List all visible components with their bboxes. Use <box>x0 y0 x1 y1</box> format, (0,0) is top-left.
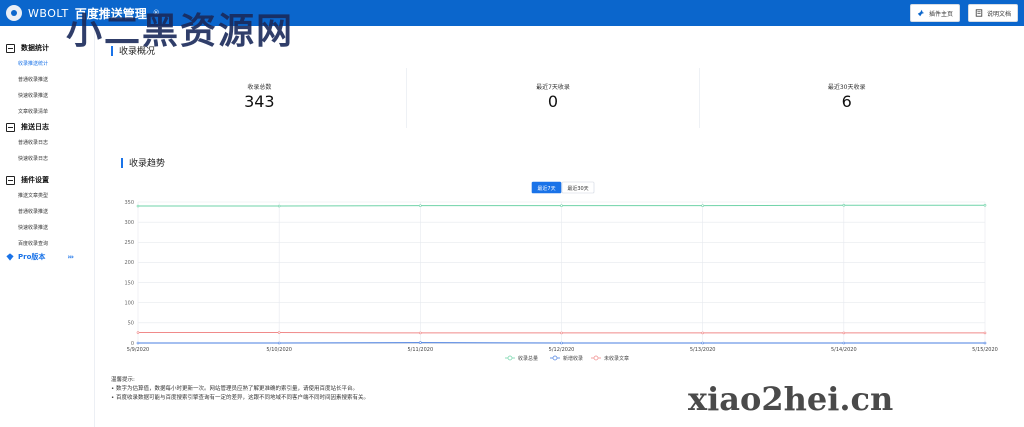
document-icon <box>975 9 983 17</box>
settings-icon <box>6 175 15 185</box>
main-content: 收录概况 收录总数 343 最近7天收录 0 最近30天收录 6 收录趋势 最近… <box>95 26 1024 427</box>
series-point <box>560 331 563 335</box>
series-point <box>842 203 846 207</box>
trend-chart: 最近7天 最近30天 0 50 100 150 200 250 300 350 5/9/2020 5/… <box>124 181 998 362</box>
series-point <box>419 331 422 335</box>
docs-label: 说明文档 <box>986 10 1011 18</box>
y-tick-label: 350 <box>124 200 134 206</box>
plugin-home-button[interactable]: 插件主页 <box>909 4 960 22</box>
sidebar: 数据统计 收录推送统计 普通收录推送 快速收录推送 文章收录清单 推送日志 普通… <box>0 26 95 427</box>
legend-label[interactable]: 新增收录 <box>563 355 583 362</box>
sidebar-item-normal-log[interactable]: 普通收录日志 <box>18 140 49 146</box>
tips-line: • 百度收录数据可能与百度搜索引擎查询有一定的差异，这跟不同地域不同客户端不同时… <box>111 395 369 401</box>
sidebar-item-normal-push[interactable]: 普通收录推送 <box>18 77 49 83</box>
tips: 温馨提示: • 数字为估算值，数据每小时更新一次。网站管理员应熟了解更准确的索引… <box>111 376 369 403</box>
series-point <box>419 341 422 344</box>
x-tick-label: 5/10/2020 <box>266 347 292 353</box>
legend-swatch-dot <box>552 355 558 361</box>
plugin-home-label: 插件主页 <box>928 10 953 18</box>
x-tick-label: 5/12/2020 <box>549 347 575 353</box>
y-tick-label: 50 <box>128 321 134 327</box>
y-tick-label: 200 <box>124 260 134 266</box>
sidebar-item-push-stats[interactable]: 收录推送统计 <box>18 61 49 67</box>
series-point <box>419 204 422 207</box>
sidebar-item-fast-log[interactable]: 快速收录日志 <box>18 156 49 162</box>
sidebar-item-fast-push-settings[interactable]: 快速收录推送 <box>18 225 49 231</box>
bird-icon <box>917 9 925 17</box>
y-tick-label: 0 <box>131 341 134 347</box>
pro-label: Pro版本 <box>18 253 46 261</box>
series-point <box>842 341 846 345</box>
x-tick-label: 5/15/2020 <box>972 347 998 353</box>
chevrons-icon: ››› <box>67 253 74 261</box>
y-tick-label: 150 <box>124 280 134 286</box>
legend-label[interactable]: 收录总量 <box>518 355 538 362</box>
pro-version-link[interactable]: Pro版本 ››› <box>6 252 74 262</box>
watermark-top: 小二黑资源网 <box>66 10 295 52</box>
sidebar-item-baidu-query[interactable]: 百度收录查询 <box>18 241 49 247</box>
tips-line: • 数字为估算值，数据每小时更新一次。网站管理员应熟了解更准确的索引量，请使用百… <box>111 386 358 392</box>
sidebar-item-fast-push[interactable]: 快速收录推送 <box>18 93 49 99</box>
sidebar-group-title-text: 数据统计 <box>21 44 49 52</box>
tips-heading: 温馨提示: <box>111 377 135 383</box>
sidebar-group-title[interactable]: 插件设置 <box>6 175 49 185</box>
y-tick-label: 300 <box>124 220 134 226</box>
series-point <box>983 341 987 345</box>
docs-button[interactable]: 说明文档 <box>967 4 1018 22</box>
y-tick-label: 100 <box>124 301 134 307</box>
trend-tab-label: 最近7天 <box>537 185 555 192</box>
series-point <box>136 331 140 334</box>
series-point <box>983 331 987 335</box>
sidebar-group-stats: 数据统计 收录推送统计 普通收录推送 快速收录推送 文章收录清单 <box>6 43 49 115</box>
sidebar-item-normal-push-settings[interactable]: 普通收录推送 <box>18 209 49 215</box>
series-point <box>136 204 140 208</box>
legend-swatch-dot <box>593 355 599 361</box>
watermark-bottom: xiao2hei.cn <box>688 380 894 418</box>
x-tick-label: 5/9/2020 <box>127 347 149 353</box>
sidebar-group-settings: 插件设置 推送文章类型 普通收录推送 快速收录推送 百度收录查询 <box>6 175 49 247</box>
sidebar-group-title-text: 推送日志 <box>21 123 49 131</box>
series-point <box>277 331 281 334</box>
series-point <box>136 341 140 345</box>
legend-swatch-dot <box>507 355 513 361</box>
brand-text: WBOLT <box>28 6 69 20</box>
trend-tab-label: 最近30天 <box>567 185 588 192</box>
x-tick-label: 5/14/2020 <box>831 347 857 353</box>
series-point <box>701 204 704 207</box>
sidebar-item-article-type[interactable]: 推送文章类型 <box>18 193 49 199</box>
log-icon <box>6 122 15 132</box>
series-point <box>701 341 704 345</box>
sidebar-group-title-text: 插件设置 <box>21 176 49 184</box>
sidebar-group-title[interactable]: 数据统计 <box>6 43 49 53</box>
sidebar-group-title[interactable]: 推送日志 <box>6 122 49 132</box>
series-point <box>560 204 563 207</box>
x-tick-label: 5/11/2020 <box>408 347 434 353</box>
sidebar-group-logs: 推送日志 普通收录日志 快速收录日志 <box>6 122 49 162</box>
diamond-icon <box>6 253 14 261</box>
sidebar-item-article-list[interactable]: 文章收录清单 <box>18 109 49 115</box>
series-point <box>983 203 987 207</box>
series-point <box>842 331 846 335</box>
header-actions: 插件主页 说明文档 <box>909 4 1018 22</box>
y-tick-label: 250 <box>124 240 134 246</box>
series-point <box>701 331 704 335</box>
series-point <box>560 341 563 345</box>
series-point <box>277 204 281 208</box>
legend-label[interactable]: 未收录文章 <box>604 355 629 362</box>
x-tick-label: 5/13/2020 <box>690 347 716 353</box>
wbolt-logo-icon <box>6 5 22 21</box>
chart-icon <box>6 43 15 53</box>
series-point <box>277 341 281 345</box>
